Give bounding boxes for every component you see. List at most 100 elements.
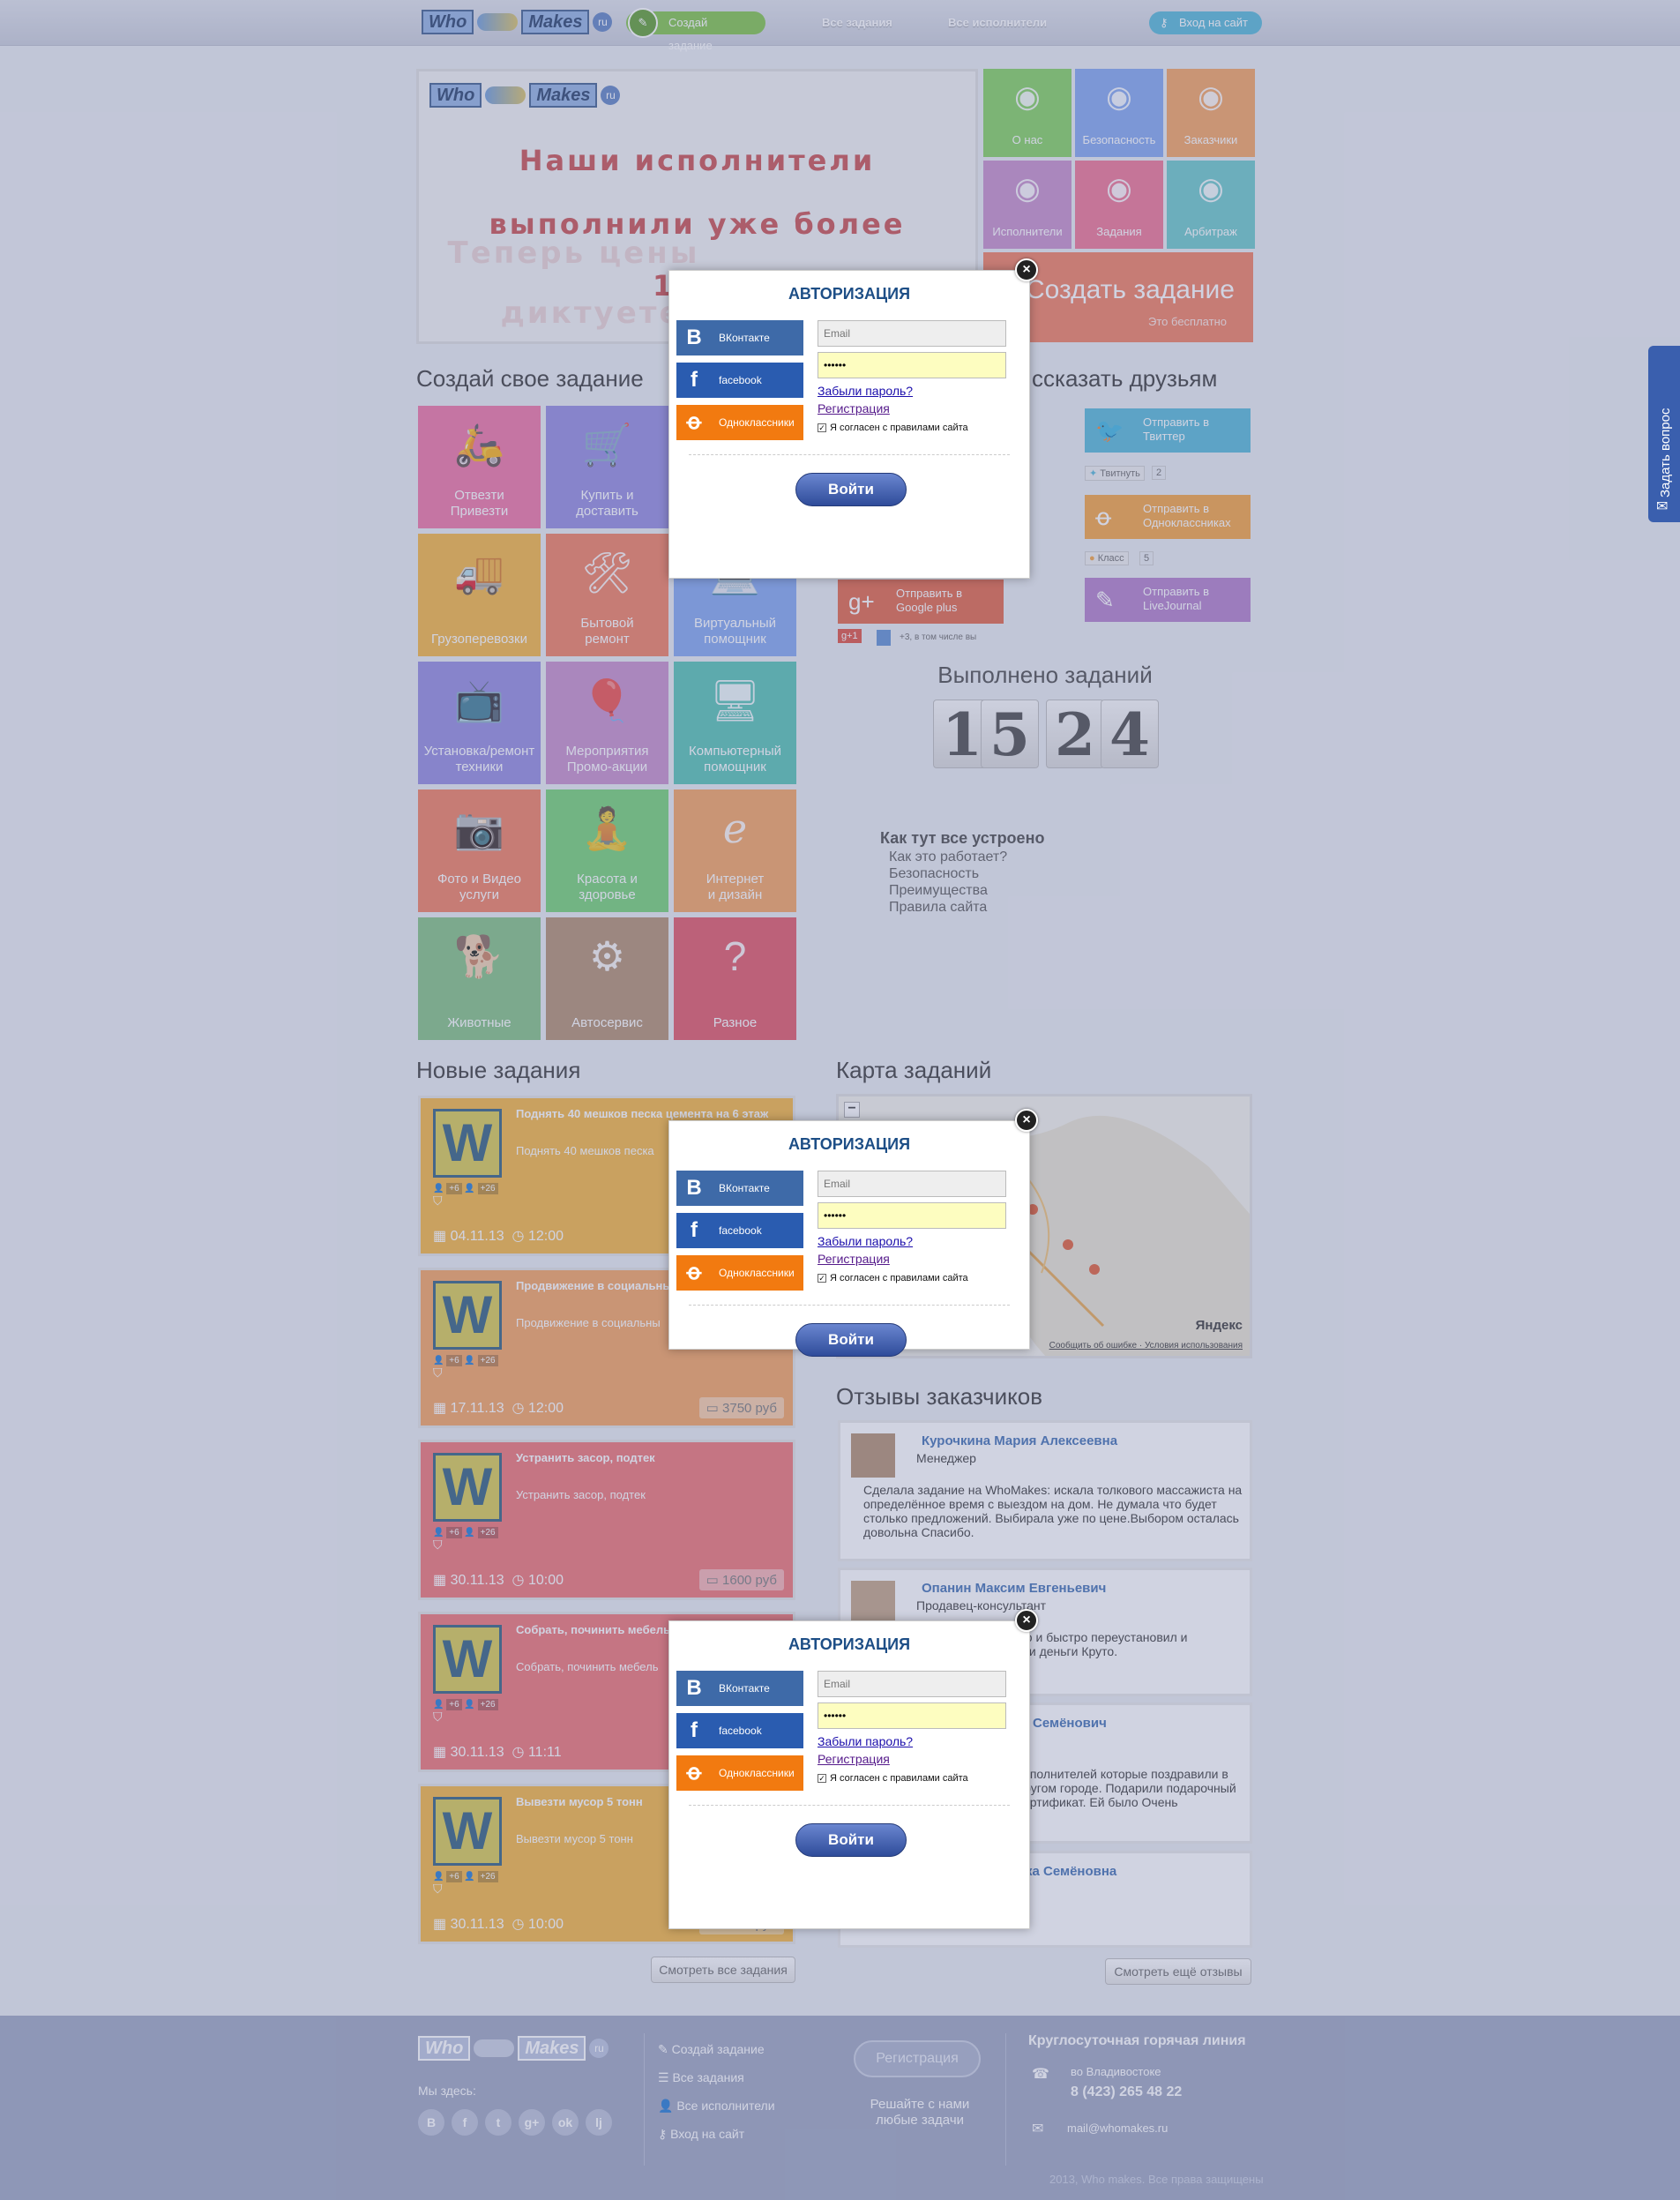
login-submit-button[interactable]: Войти [795, 1823, 907, 1857]
reviewer-name[interactable]: Семёнович [1033, 1716, 1107, 1731]
footer-logo[interactable]: Who Makes ru [418, 2033, 609, 2063]
create-big-title: Создать задание [1026, 275, 1235, 304]
category-tile[interactable]: 📺 Установка/ремонт техники [418, 662, 541, 784]
register-link[interactable]: Регистрация [818, 1752, 890, 1766]
nav-tile[interactable]: ◉ Исполнители [983, 161, 1071, 249]
twitter-icon[interactable]: t [485, 2109, 511, 2136]
forgot-password-link[interactable]: Забыли пароль? [818, 1734, 913, 1748]
site-logo[interactable]: Who Makes ru [422, 7, 613, 37]
footer-link-performers[interactable]: 👤 Все исполнители [658, 2099, 775, 2114]
nav-all-tasks[interactable]: Все задания [822, 16, 892, 29]
password-field[interactable] [818, 1202, 1006, 1229]
forgot-password-link[interactable]: Забыли пароль? [818, 1234, 913, 1248]
task-title[interactable]: Устранить засор, подтек [516, 1451, 655, 1464]
see-more-reviews-button[interactable]: Смотреть ещё отзывы [1105, 1958, 1251, 1985]
register-link[interactable]: Регистрация [818, 1252, 890, 1266]
klass-label: Класс [1097, 553, 1124, 564]
category-tile[interactable]: ℯ Интернет и дизайн [674, 789, 796, 912]
footer-register-button[interactable]: Регистрация [854, 2040, 981, 2077]
forgot-password-link[interactable]: Забыли пароль? [818, 384, 913, 398]
login-button[interactable]: ⚷ Вход на сайт [1149, 11, 1262, 34]
vk-icon[interactable]: В [418, 2109, 444, 2136]
odnoklassniki-icon[interactable]: ok [552, 2109, 579, 2136]
nav-tile[interactable]: ◉ Задания [1075, 161, 1163, 249]
share-ok-button[interactable]: ꝋ Отправить в Одноклассниках [1085, 495, 1251, 539]
category-tile[interactable]: 🧘 Красота и здоровье [546, 789, 668, 912]
map-links[interactable]: Сообщить об ошибке · Условия использован… [1049, 1341, 1243, 1351]
task-title[interactable]: Поднять 40 мешков песка цемента на 6 эта… [516, 1107, 768, 1120]
email-field[interactable] [818, 1671, 1006, 1697]
facebook-login-button[interactable]: f facebook [676, 1213, 803, 1248]
category-tile[interactable]: ? Разное [674, 917, 796, 1040]
task-title[interactable]: Вывезти мусор 5 тонн [516, 1795, 643, 1808]
checkbox-icon[interactable]: ✓ [818, 1774, 826, 1783]
agree-checkbox[interactable]: ✓ Я согласен с правилами сайта [818, 1273, 968, 1283]
facebook-login-button[interactable]: f facebook [676, 363, 803, 398]
category-tile[interactable]: ⚙ Автосервис [546, 917, 668, 1040]
task-title[interactable]: Собрать, починить мебель [516, 1623, 670, 1636]
nav-tile[interactable]: ◉ Арбитраж [1167, 161, 1255, 249]
footer-email[interactable]: mail@whomakes.ru [1067, 2121, 1168, 2135]
category-tile[interactable]: 🎈 Мероприятия Промо-акции [546, 662, 668, 784]
agree-checkbox[interactable]: ✓ Я согласен с правилами сайта [818, 1773, 968, 1784]
task-badge: +26 [477, 1355, 498, 1366]
facebook-icon[interactable]: f [452, 2109, 478, 2136]
gplus-icon[interactable]: g+ [519, 2109, 545, 2136]
category-tile[interactable]: 🛠 Бытовой ремонт [546, 534, 668, 656]
see-all-tasks-button[interactable]: Смотреть все задания [651, 1957, 795, 1983]
reviewer-name[interactable]: ка Семёновна [1026, 1864, 1116, 1879]
share-lj-button[interactable]: ✎ Отправить в LiveJournal [1085, 578, 1251, 622]
vk-login-button[interactable]: B ВКонтакте [676, 1171, 803, 1206]
nav-tile[interactable]: ◉ О нас [983, 69, 1071, 157]
task-card[interactable]: W Устранить засор, подтек Устранить засор,… [418, 1440, 795, 1600]
password-field[interactable] [818, 1702, 1006, 1729]
checkbox-icon[interactable]: ✓ [818, 423, 826, 432]
share-twitter-button[interactable]: 🐦 Отправить в Твиттер [1085, 408, 1251, 453]
category-tile[interactable]: 🐕 Животные [418, 917, 541, 1040]
ask-question-tab[interactable]: Задать вопрос ✉ [1648, 346, 1680, 522]
close-icon[interactable]: × [1015, 258, 1038, 281]
ok-login-button[interactable]: ꝋ Одноклассники [676, 1255, 803, 1291]
task-marker[interactable] [1063, 1239, 1073, 1250]
login-submit-button[interactable]: Войти [795, 473, 907, 506]
create-task-button[interactable]: ✎ Создай задание [626, 8, 765, 52]
klass-button[interactable]: ● Класс [1085, 551, 1129, 565]
category-tile[interactable]: 🖥 Компьютерный помощник [674, 662, 796, 784]
reviewer-name[interactable]: Курочкина Мария Алексеевна [922, 1433, 1117, 1448]
category-tile[interactable]: 🚚 Грузоперевозки [418, 534, 541, 656]
vk-login-button[interactable]: B ВКонтакте [676, 1671, 803, 1706]
footer-link-create[interactable]: ✎ Создай задание [658, 2042, 765, 2057]
task-marker[interactable] [1089, 1264, 1100, 1275]
how-link[interactable]: Правила сайта [889, 899, 1007, 916]
facebook-login-button[interactable]: f facebook [676, 1713, 803, 1748]
how-link[interactable]: Как это работает? [889, 849, 1007, 865]
how-link[interactable]: Преимущества [889, 882, 1007, 899]
category-tile[interactable]: 📷 Фото и Видео услуги [418, 789, 541, 912]
nav-all-performers[interactable]: Все исполнители [948, 16, 1047, 29]
footer-link-login[interactable]: ⚷ Вход на сайт [658, 2127, 744, 2142]
how-link[interactable]: Безопасность [889, 865, 1007, 882]
email-field[interactable] [818, 1171, 1006, 1197]
gplus-one-button[interactable]: g+1 [838, 629, 862, 643]
login-submit-button[interactable]: Войти [795, 1323, 907, 1357]
nav-tile[interactable]: ◉ Безопасность [1075, 69, 1163, 157]
ok-login-button[interactable]: ꝋ Одноклассники [676, 1755, 803, 1791]
footer-link-tasks[interactable]: ☰ Все задания [658, 2070, 744, 2085]
share-gplus-button[interactable]: g+ Отправить в Google plus [838, 580, 1004, 624]
tweet-button[interactable]: ✦ Твитнуть [1085, 466, 1145, 481]
close-icon[interactable]: × [1015, 1609, 1038, 1632]
reviewer-name[interactable]: Опанин Максим Евгеньевич [922, 1581, 1106, 1596]
email-field[interactable] [818, 320, 1006, 347]
agree-checkbox[interactable]: ✓ Я согласен с правилами сайта [818, 423, 968, 433]
category-tile[interactable]: 🛵 Отвезти Привезти [418, 406, 541, 528]
nav-tile[interactable]: ◉ Заказчики [1167, 69, 1255, 157]
register-link[interactable]: Регистрация [818, 401, 890, 415]
zoom-out-button[interactable]: − [844, 1102, 860, 1118]
vk-login-button[interactable]: B ВКонтакте [676, 320, 803, 355]
close-icon[interactable]: × [1015, 1109, 1038, 1132]
checkbox-icon[interactable]: ✓ [818, 1274, 826, 1283]
password-field[interactable] [818, 352, 1006, 378]
category-tile[interactable]: 🛒 Купить и доставить [546, 406, 668, 528]
livejournal-icon[interactable]: lj [586, 2109, 612, 2136]
ok-login-button[interactable]: ꝋ Одноклассники [676, 405, 803, 440]
